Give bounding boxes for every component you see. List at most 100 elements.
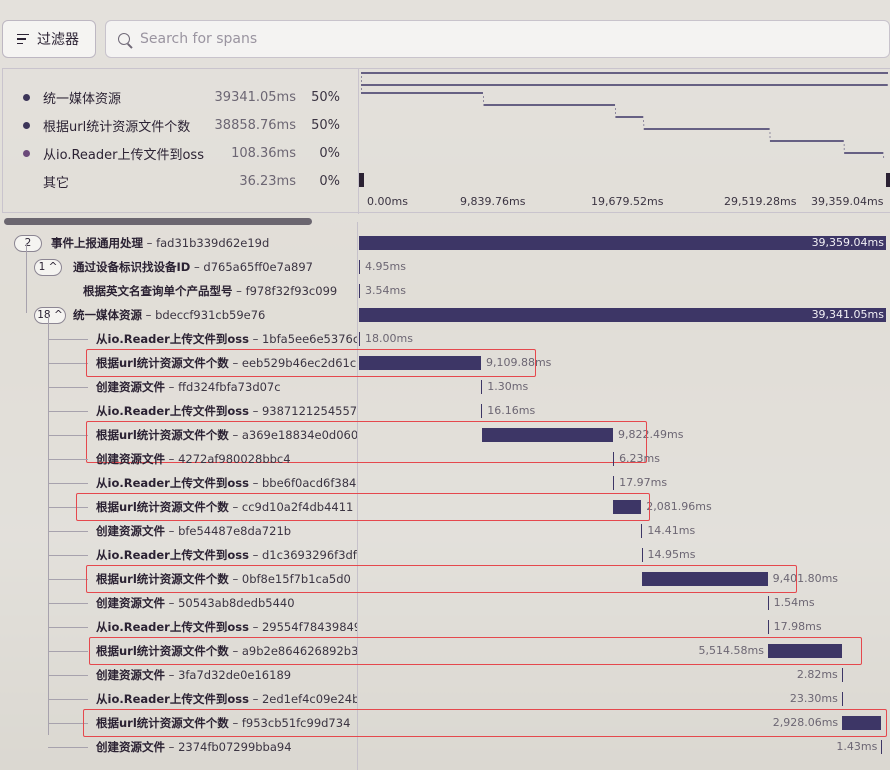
span-row[interactable]: 创建资源文件 – bfe54487e8da721b 14.41ms — [0, 519, 890, 543]
span-row[interactable]: 根据url统计资源文件个数 – a369e18834e0d060 9,822.49… — [0, 423, 890, 447]
span-duration-bar[interactable] — [613, 500, 642, 514]
legend-row[interactable]: 其它 36.23ms 0% — [3, 171, 358, 191]
minimap-right-handle[interactable] — [886, 173, 890, 187]
horizontal-scrollbar[interactable] — [4, 216, 354, 226]
span-row[interactable]: 根据url统计资源文件个数 – f953cb51fc99d734 2,928.06… — [0, 711, 890, 735]
scrollbar-thumb[interactable] — [4, 218, 312, 225]
span-label[interactable]: 从io.Reader上传文件到oss – 29554f784398490 — [96, 615, 357, 639]
legend-row[interactable]: 根据url统计资源文件个数 38858.76ms 50% — [3, 115, 358, 135]
span-operation: 创建资源文件 — [96, 596, 165, 610]
span-duration-bar[interactable] — [481, 428, 614, 442]
span-duration-bar[interactable] — [841, 668, 843, 682]
tree-connector — [48, 555, 88, 556]
children-count-toggle[interactable]: 2 — [14, 235, 42, 252]
legend-row[interactable]: 从io.Reader上传文件到oss 108.36ms 0% — [3, 143, 358, 163]
span-duration-bar[interactable] — [613, 452, 615, 466]
span-row[interactable]: 从io.Reader上传文件到oss – d1c3693296f3dfa 14.9… — [0, 543, 890, 567]
span-id: a9b2e864626892b3 — [241, 644, 357, 658]
span-row[interactable]: 创建资源文件 – ffd324fbfa73d07c 1.30ms — [0, 375, 890, 399]
span-row[interactable]: 创建资源文件 – 50543ab8dedb5440 1.54ms — [0, 591, 890, 615]
span-duration-bar[interactable] — [481, 404, 483, 418]
legend-name: 根据url统计资源文件个数 — [43, 119, 191, 135]
legend-name: 从io.Reader上传文件到oss — [43, 147, 204, 163]
span-label[interactable]: 统一媒体资源 – bdeccf931cb59e76 — [73, 303, 357, 327]
children-count-toggle[interactable]: 18 ^ — [34, 307, 66, 324]
span-label[interactable]: 创建资源文件 – 2374fb07299bba94 — [96, 735, 357, 759]
span-duration-bar[interactable] — [881, 740, 883, 754]
span-duration-bar[interactable] — [841, 692, 843, 706]
span-row[interactable]: 根据英文名查询单个产品型号 – f978f32f93c099 3.54ms — [0, 279, 890, 303]
span-row[interactable]: 根据url统计资源文件个数 – a9b2e864626892b3 5,514.58… — [0, 639, 890, 663]
legend-row[interactable]: 统一媒体资源 39341.05ms 50% — [3, 87, 358, 107]
span-row[interactable]: 根据url统计资源文件个数 – cc9d10a2f4db4411 2,081.96… — [0, 495, 890, 519]
span-label[interactable]: 创建资源文件 – 50543ab8dedb5440 — [96, 591, 357, 615]
span-separator: – — [228, 716, 242, 730]
span-duration-bar[interactable] — [641, 572, 768, 586]
children-count-toggle[interactable]: 1 ^ — [34, 259, 62, 276]
span-row[interactable]: 1 ^ 通过设备标识找设备ID – d765a65ff0e7a897 4.95ms — [0, 255, 890, 279]
span-id: 3fa7d32de0e16189 — [178, 668, 292, 682]
span-row[interactable]: 从io.Reader上传文件到oss – 9387121254557 16.16m… — [0, 399, 890, 423]
span-row[interactable]: 从io.Reader上传文件到oss – 29554f784398490 17.9… — [0, 615, 890, 639]
span-label[interactable]: 通过设备标识找设备ID – d765a65ff0e7a897 — [73, 255, 357, 279]
span-label[interactable]: 根据英文名查询单个产品型号 – f978f32f93c099 — [83, 279, 357, 303]
span-duration-bar[interactable] — [359, 308, 886, 322]
span-label[interactable]: 从io.Reader上传文件到oss – d1c3693296f3dfa — [96, 543, 357, 567]
span-separator: – — [165, 596, 179, 610]
span-row[interactable]: 创建资源文件 – 3fa7d32de0e16189 2.82ms — [0, 663, 890, 687]
span-duration-bar[interactable] — [359, 332, 360, 346]
span-separator: – — [248, 332, 262, 346]
span-duration-bar[interactable] — [359, 284, 360, 298]
span-row[interactable]: 根据url统计资源文件个数 – eeb529b46ec2d61c 9,109.88… — [0, 351, 890, 375]
filter-button[interactable]: 过滤器 — [2, 20, 96, 58]
span-row[interactable]: 从io.Reader上传文件到oss – bbe6f0acd6f3845 17.9… — [0, 471, 890, 495]
span-separator: – — [143, 236, 157, 250]
span-row[interactable]: 2 事件上报通用处理 – fad31b339d62e19d 39,359.04ms — [0, 231, 890, 255]
tree-connector — [48, 363, 88, 364]
span-duration-label: 4.95ms — [365, 260, 406, 273]
span-row[interactable]: 根据url统计资源文件个数 – 0bf8e15f7b1ca5d0 9,401.80… — [0, 567, 890, 591]
span-duration-bar[interactable] — [641, 548, 643, 562]
span-label[interactable]: 根据url统计资源文件个数 – a9b2e864626892b3 — [96, 639, 357, 663]
search-input[interactable] — [138, 30, 742, 48]
span-label[interactable]: 事件上报通用处理 – fad31b339d62e19d — [51, 231, 357, 255]
span-label[interactable]: 根据url统计资源文件个数 – a369e18834e0d060 — [96, 423, 357, 447]
span-label[interactable]: 创建资源文件 – 4272af980028bbc4 — [96, 447, 357, 471]
span-duration-bar[interactable] — [481, 380, 483, 394]
span-duration-bar[interactable] — [767, 644, 842, 658]
span-duration-bar[interactable] — [767, 620, 769, 634]
span-label[interactable]: 根据url统计资源文件个数 – 0bf8e15f7b1ca5d0 — [96, 567, 357, 591]
span-label[interactable]: 创建资源文件 – ffd324fbfa73d07c — [96, 375, 357, 399]
span-duration-bar[interactable] — [641, 524, 643, 538]
span-label[interactable]: 从io.Reader上传文件到oss – bbe6f0acd6f3845 — [96, 471, 357, 495]
span-label[interactable]: 创建资源文件 – bfe54487e8da721b — [96, 519, 357, 543]
span-label[interactable]: 创建资源文件 – 3fa7d32de0e16189 — [96, 663, 357, 687]
span-duration-bar[interactable] — [359, 260, 360, 274]
span-duration-bar[interactable] — [359, 356, 481, 370]
legend-dot — [23, 149, 30, 157]
span-duration-bar[interactable] — [359, 236, 886, 250]
span-label[interactable]: 根据url统计资源文件个数 – cc9d10a2f4db4411 — [96, 495, 357, 519]
span-label[interactable]: 从io.Reader上传文件到oss – 2ed1ef4c09e24bb — [96, 687, 357, 711]
span-operation: 从io.Reader上传文件到oss — [96, 404, 249, 418]
trace-minimap[interactable]: 0.00ms 9,839.76ms 19,679.52ms 29,519.28ms 39… — [358, 69, 890, 214]
span-row[interactable]: 创建资源文件 – 2374fb07299bba94 1.43ms — [0, 735, 890, 759]
span-search-box[interactable] — [105, 20, 890, 58]
span-id: bfe54487e8da721b — [178, 524, 292, 538]
span-duration-bar[interactable] — [842, 716, 882, 730]
filter-lines-icon — [17, 33, 29, 45]
span-duration-bar[interactable] — [767, 596, 769, 610]
span-row[interactable]: 创建资源文件 – 4272af980028bbc4 6.23ms — [0, 447, 890, 471]
span-operation: 创建资源文件 — [96, 380, 165, 394]
span-id: 2374fb07299bba94 — [178, 740, 292, 754]
span-separator: – — [228, 644, 242, 658]
span-row[interactable]: 从io.Reader上传文件到oss – 1bfa5ee6e5376c4 18.0… — [0, 327, 890, 351]
span-label[interactable]: 根据url统计资源文件个数 – f953cb51fc99d734 — [96, 711, 357, 735]
span-label[interactable]: 从io.Reader上传文件到oss – 1bfa5ee6e5376c4 — [96, 327, 357, 351]
span-label[interactable]: 从io.Reader上传文件到oss – 9387121254557 — [96, 399, 357, 423]
span-label[interactable]: 根据url统计资源文件个数 – eeb529b46ec2d61c — [96, 351, 357, 375]
span-duration-bar[interactable] — [613, 476, 615, 490]
span-row[interactable]: 18 ^ 统一媒体资源 – bdeccf931cb59e76 39,341.05ms — [0, 303, 890, 327]
span-row[interactable]: 从io.Reader上传文件到oss – 2ed1ef4c09e24bb 23.3… — [0, 687, 890, 711]
minimap-left-handle[interactable] — [359, 173, 364, 187]
